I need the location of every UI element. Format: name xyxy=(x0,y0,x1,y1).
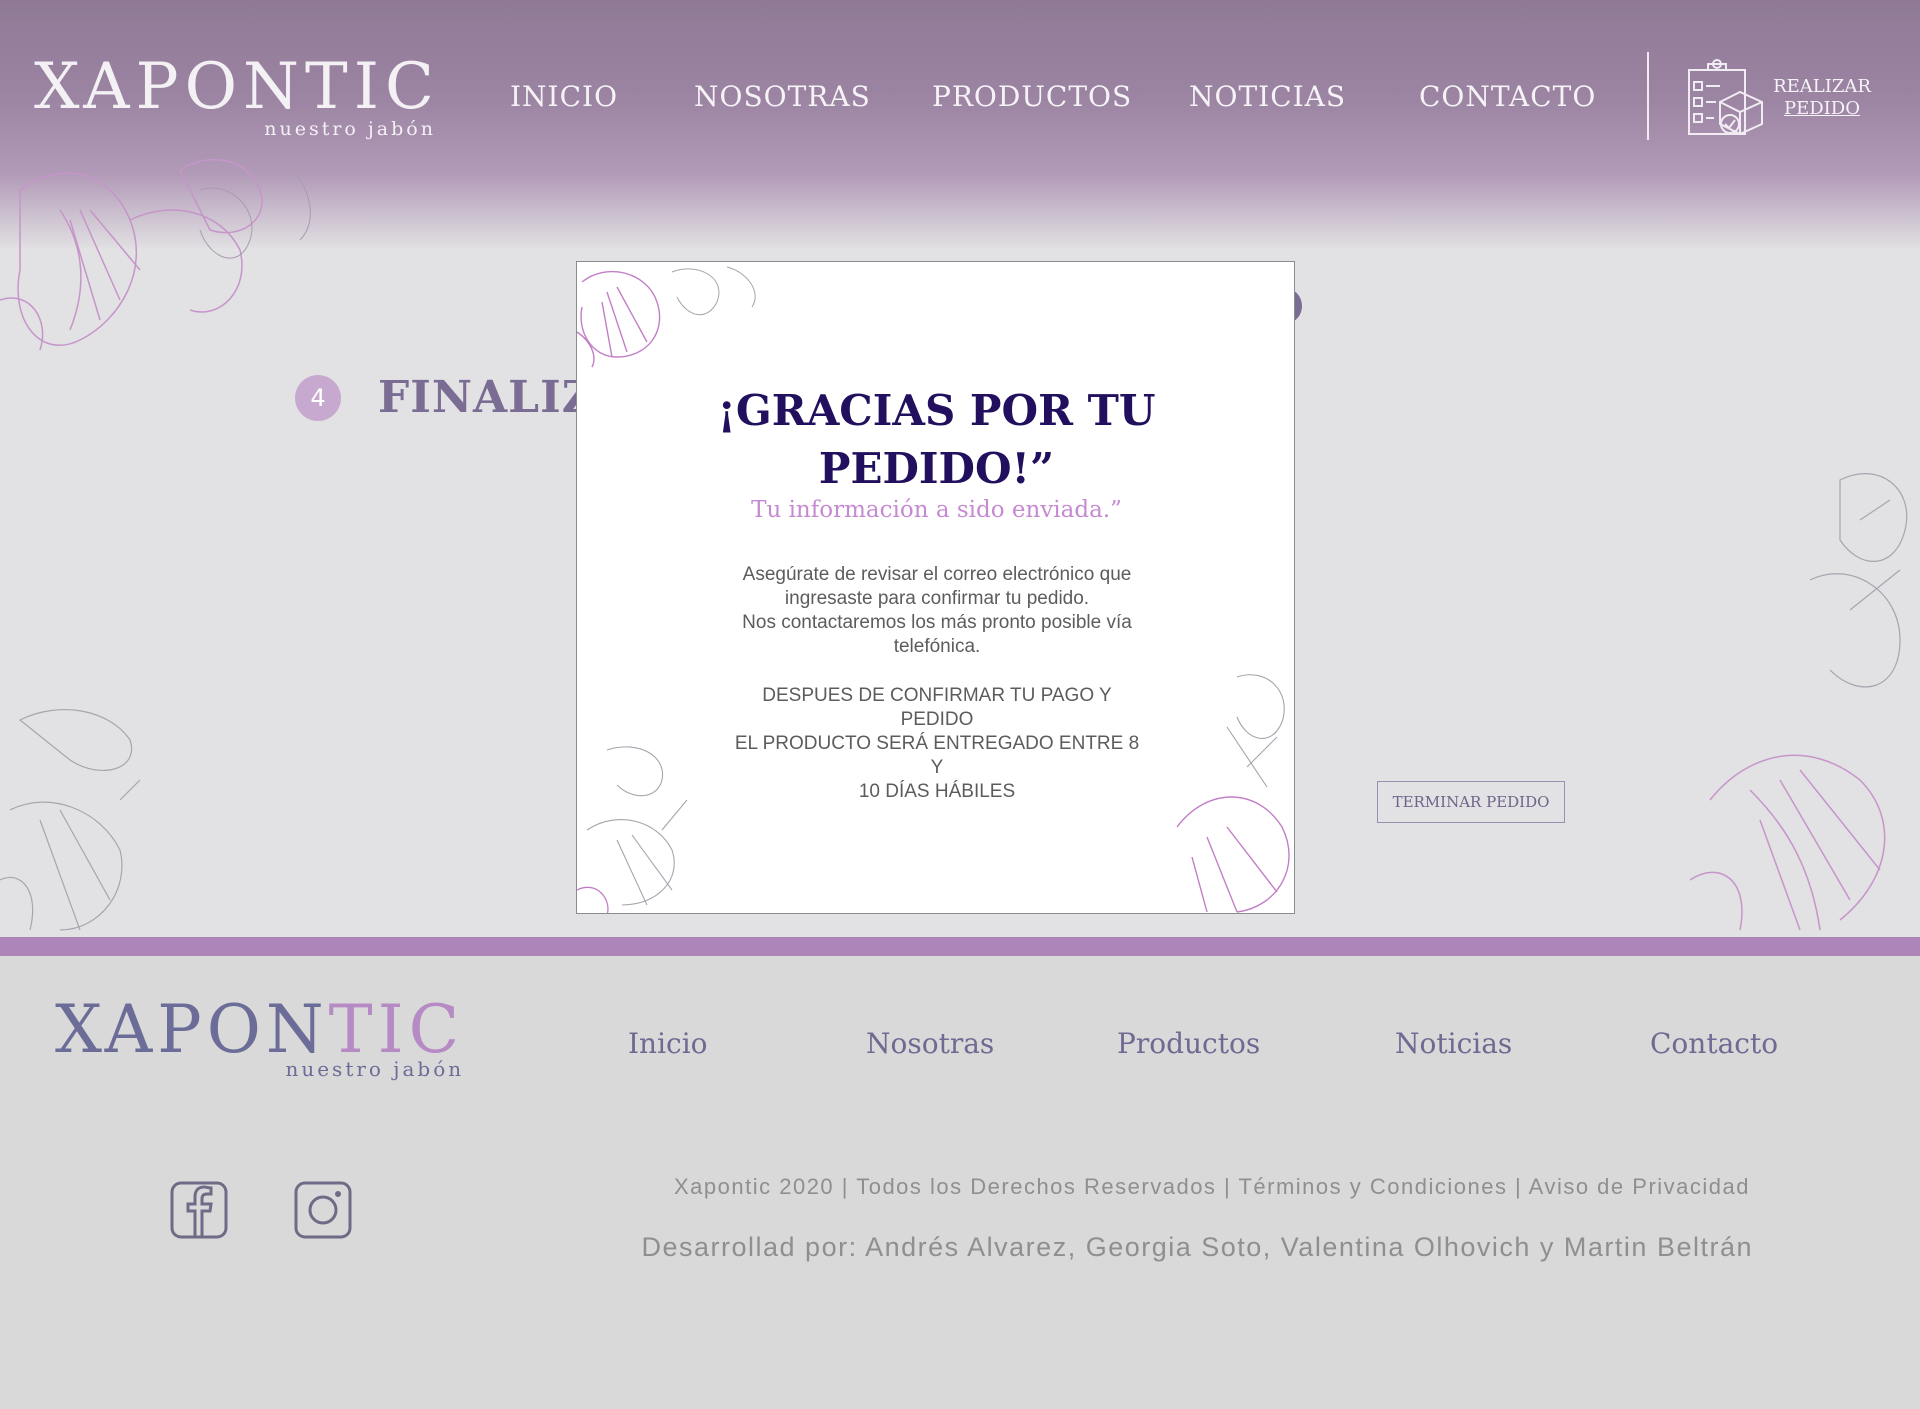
step-number-badge: 4 xyxy=(295,375,341,421)
modal-body-line: ingresaste para confirmar tu pedido. xyxy=(784,588,1090,609)
flower-decoration-top-left xyxy=(0,158,311,351)
modal-subtitle: Tu información a sido enviada.” xyxy=(751,497,1122,523)
footer-legal-text: Xapontic 2020 | Todos los Derechos Reser… xyxy=(674,1174,1750,1199)
logo-tagline: nuestro jabón xyxy=(264,118,436,140)
footer-credits-text: Desarrollad por: Andrés Alvarez, Georgia… xyxy=(641,1232,1753,1262)
instagram-icon[interactable] xyxy=(294,1181,352,1239)
nav-noticias[interactable]: NOTICIAS xyxy=(1189,80,1346,113)
modal-flower-bottom-right xyxy=(1176,674,1290,913)
thank-you-modal: ¡GRACIAS POR TU PEDIDO!” Tu información … xyxy=(576,261,1295,914)
footer-link-inicio[interactable]: Inicio xyxy=(628,1027,708,1060)
modal-body-line: Nos contactaremos los más pronto posible… xyxy=(742,612,1132,633)
modal-body-text: Asegúrate de revisar el correo electróni… xyxy=(727,563,1147,659)
footer-link-contacto[interactable]: Contacto xyxy=(1650,1027,1778,1060)
finish-order-button[interactable]: TERMINAR PEDIDO xyxy=(1377,781,1565,823)
footer-link-noticias[interactable]: Noticias xyxy=(1395,1027,1512,1060)
footer-link-productos[interactable]: Productos xyxy=(1117,1027,1260,1060)
clipboard-package-icon xyxy=(1688,59,1763,136)
modal-delivery-notice: DESPUES DE CONFIRMAR TU PAGO Y PEDIDO EL… xyxy=(727,684,1147,804)
footer-logo-tagline: nuestro jabón xyxy=(285,1057,465,1081)
footer-link-nosotras[interactable]: Nosotras xyxy=(866,1027,994,1060)
modal-notice-line: 10 DÍAS HÁBILES xyxy=(858,781,1016,802)
place-order-line1: REALIZAR xyxy=(1773,76,1871,97)
footer-logo-wordmark: XAPONTIC xyxy=(55,995,464,1065)
modal-flower-top-left xyxy=(577,266,756,368)
flower-decoration-bottom-left xyxy=(0,709,141,931)
nav-productos[interactable]: PRODUCTOS xyxy=(932,80,1132,113)
site-logo[interactable]: XAPONTIC nuestro jabón xyxy=(34,50,440,140)
modal-title-line1: ¡GRACIAS POR TU xyxy=(717,386,1156,435)
modal-notice-line: EL PRODUCTO SERÁ ENTREGADO ENTRE 8 Y xyxy=(734,733,1140,778)
nav-inicio[interactable]: INICIO xyxy=(510,80,618,113)
modal-notice-line: DESPUES DE CONFIRMAR TU PAGO Y PEDIDO xyxy=(762,685,1112,730)
modal-flower-bottom-left xyxy=(577,746,688,913)
place-order-line2: PEDIDO xyxy=(1784,98,1860,119)
nav-contacto[interactable]: CONTACTO xyxy=(1419,80,1596,113)
footer-accent-stripe xyxy=(0,937,1920,956)
nav-nosotras[interactable]: NOSOTRAS xyxy=(694,80,871,113)
place-order-button[interactable]: REALIZAR PEDIDO xyxy=(1686,58,1876,138)
footer-logo[interactable]: XAPONTIC nuestro jabón xyxy=(55,995,464,1082)
modal-body-line: telefónica. xyxy=(893,636,981,657)
modal-body-line: Asegúrate de revisar el correo electróni… xyxy=(742,564,1132,585)
place-order-label: REALIZAR PEDIDO xyxy=(1770,76,1874,120)
flower-decoration-right xyxy=(1690,473,1908,931)
logo-wordmark: XAPONTIC xyxy=(34,50,440,124)
facebook-icon[interactable] xyxy=(170,1181,228,1239)
modal-title-line2: PEDIDO!” xyxy=(818,444,1055,493)
modal-title: ¡GRACIAS POR TU PEDIDO!” xyxy=(577,382,1294,498)
nav-divider xyxy=(1647,52,1649,140)
